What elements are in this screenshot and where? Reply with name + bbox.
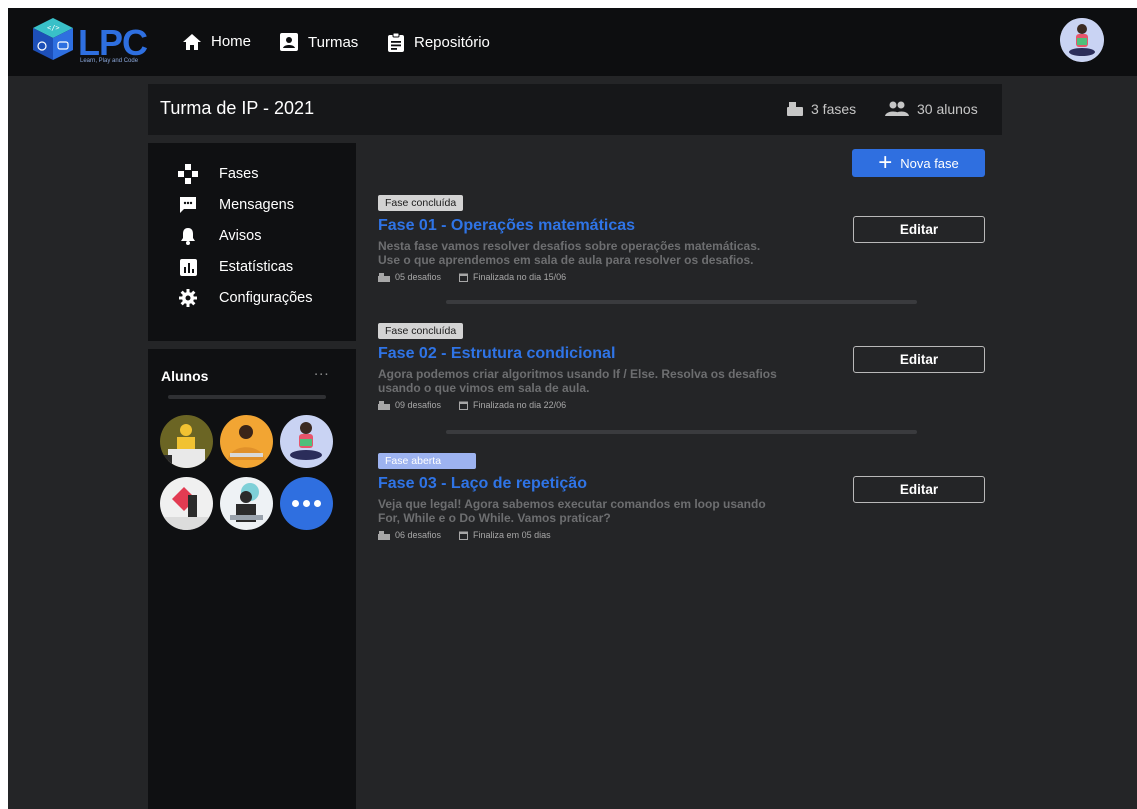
date-label: Finalizada no dia 22/06 — [473, 400, 567, 410]
date-label: Finaliza em 05 dias — [473, 530, 551, 540]
student-illustration — [280, 415, 333, 468]
menu-item-label: Configurações — [219, 290, 313, 306]
bell-icon — [178, 226, 198, 246]
gear-icon — [178, 288, 198, 308]
menu-item-estatisticas[interactable]: Estatísticas — [178, 257, 293, 277]
class-menu: Fases Mensagens Avisos Estatísticas Conf… — [148, 143, 356, 341]
logo-tagline: Learn, Play and Code — [80, 58, 139, 64]
layers-icon — [378, 272, 390, 282]
menu-item-label: Mensagens — [219, 197, 294, 213]
app-frame: </> LPC Learn, Play and Code Home Turmas… — [8, 8, 1137, 809]
nav-link-label: Turmas — [308, 33, 359, 51]
challenges-count: 06 desafios — [378, 530, 441, 540]
cube-logo-icon: </> — [33, 18, 73, 60]
user-avatar[interactable] — [1060, 18, 1104, 62]
layers-icon — [787, 102, 803, 116]
menu-item-label: Fases — [219, 166, 259, 182]
person-reading-illustration — [1060, 18, 1104, 62]
phase-meta: 05 desafios Finalizada no dia 15/06 — [378, 272, 978, 282]
phase-description: Veja que legal! Agora sabemos executar c… — [378, 497, 766, 525]
nav-link-label: Repositório — [414, 34, 490, 51]
new-phase-label: Nova fase — [900, 155, 959, 171]
dot — [292, 500, 299, 507]
calendar-icon — [459, 531, 469, 540]
menu-item-configuracoes[interactable]: Configurações — [178, 288, 313, 308]
student-avatar[interactable] — [220, 477, 273, 530]
student-illustration — [160, 415, 213, 468]
lpc-logo[interactable]: </> LPC Learn, Play and Code — [30, 14, 150, 64]
more-options-icon[interactable]: ... — [314, 362, 330, 379]
challenges-label: 06 desafios — [395, 530, 442, 540]
student-illustration — [220, 477, 273, 530]
nav-link-repositorio[interactable]: Repositório — [388, 33, 490, 52]
student-avatar[interactable] — [160, 415, 213, 468]
plus-icon: + — [878, 149, 893, 176]
edit-phase-button[interactable]: Editar — [853, 216, 985, 243]
phase-description: Agora podemos criar algoritmos usando If… — [378, 367, 777, 395]
top-navbar: </> LPC Learn, Play and Code Home Turmas… — [8, 8, 1137, 76]
student-avatar[interactable] — [160, 477, 213, 530]
challenges-label: 05 desafios — [395, 272, 442, 282]
student-illustration — [160, 477, 213, 530]
clipboard-icon — [388, 33, 404, 52]
menu-item-label: Estatísticas — [219, 259, 294, 275]
phase-description: Nesta fase vamos resolver desafios sobre… — [378, 239, 761, 267]
students-count-label: 30 alunos — [917, 101, 978, 117]
nav-link-turmas[interactable]: Turmas — [280, 33, 358, 51]
students-count: 30 alunos — [885, 101, 978, 117]
student-illustration — [220, 415, 273, 468]
layers-icon — [378, 400, 390, 410]
chart-icon — [178, 257, 198, 277]
edit-phase-button[interactable]: Editar — [853, 346, 985, 373]
gamepad-icon — [178, 164, 198, 184]
phase-date: Finalizada no dia 15/06 — [459, 272, 566, 282]
menu-item-avisos[interactable]: Avisos — [178, 226, 261, 246]
svg-text:</>: </> — [47, 24, 60, 32]
student-avatar[interactable] — [220, 415, 273, 468]
phase-meta: 09 desafios Finalizada no dia 22/06 — [378, 400, 978, 410]
new-phase-button[interactable]: + Nova fase — [852, 149, 985, 177]
dot — [303, 500, 310, 507]
phase-meta: 06 desafios Finaliza em 05 dias — [378, 530, 978, 540]
status-badge: Fase concluída — [378, 195, 464, 211]
nav-link-home[interactable]: Home — [183, 33, 251, 50]
edit-phase-button[interactable]: Editar — [853, 476, 985, 503]
status-badge: Fase aberta — [378, 453, 476, 469]
menu-item-label: Avisos — [219, 228, 262, 244]
nav-link-label: Home — [211, 33, 252, 50]
student-avatar[interactable] — [280, 415, 333, 468]
date-label: Finalizada no dia 15/06 — [473, 272, 567, 282]
challenges-count: 05 desafios — [378, 272, 441, 282]
challenges-count: 09 desafios — [378, 400, 441, 410]
phases-count: 3 fases — [787, 101, 856, 117]
people-icon — [885, 101, 909, 116]
challenges-label: 09 desafios — [395, 400, 442, 410]
dot — [314, 500, 321, 507]
class-header: Turma de IP - 2021 3 fases 30 alunos — [148, 84, 1002, 135]
layers-icon — [378, 530, 390, 540]
home-icon — [183, 33, 201, 50]
students-panel: Alunos ... — [148, 349, 356, 809]
badge-icon — [280, 33, 298, 51]
menu-item-fases[interactable]: Fases — [178, 164, 259, 184]
calendar-icon — [459, 273, 469, 282]
students-title: Alunos — [161, 368, 209, 384]
class-title: Turma de IP - 2021 — [160, 98, 315, 118]
calendar-icon — [459, 401, 469, 410]
divider — [446, 300, 917, 304]
more-students-button[interactable] — [280, 477, 333, 530]
phases-count-label: 3 fases — [811, 101, 857, 117]
menu-item-mensagens[interactable]: Mensagens — [178, 195, 294, 215]
phase-date: Finalizada no dia 22/06 — [459, 400, 566, 410]
status-badge: Fase concluída — [378, 323, 464, 339]
message-icon — [178, 195, 198, 215]
divider — [446, 430, 917, 434]
divider — [168, 395, 326, 399]
phase-date: Finaliza em 05 dias — [459, 530, 551, 540]
